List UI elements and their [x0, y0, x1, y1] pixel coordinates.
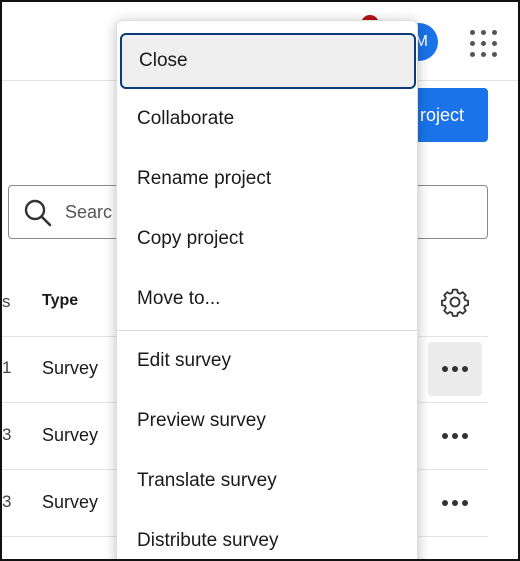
more-horizontal-icon: [442, 500, 470, 507]
cell-type: Survey: [42, 425, 99, 445]
menu-item-move-to[interactable]: Move to...: [117, 269, 417, 329]
column-fragment: 3: [2, 425, 12, 444]
project-actions-menu: Close Collaborate Rename project Copy pr…: [116, 20, 418, 559]
cell-type: Survey: [42, 492, 99, 512]
menu-item-translate-survey[interactable]: Translate survey: [117, 451, 417, 511]
menu-item-copy-project[interactable]: Copy project: [117, 209, 417, 269]
row-actions-button[interactable]: [428, 342, 482, 396]
column-fragment: 1: [2, 358, 12, 377]
menu-item-preview-survey[interactable]: Preview survey: [117, 391, 417, 451]
menu-item-distribute-survey[interactable]: Distribute survey: [117, 511, 417, 559]
app-grid-icon[interactable]: [470, 30, 498, 58]
menu-item-collaborate[interactable]: Collaborate: [117, 89, 417, 149]
menu-item-edit-survey[interactable]: Edit survey: [117, 331, 417, 391]
cell-type: Survey: [42, 358, 99, 378]
menu-item-close[interactable]: Close: [120, 33, 416, 89]
search-placeholder: Searc: [65, 202, 113, 222]
create-project-label: roject: [419, 105, 464, 125]
gear-icon[interactable]: [440, 287, 470, 317]
search-icon: [24, 199, 52, 227]
app-window: M roject Searc s Type 1 Survey 3 Survey …: [0, 0, 520, 561]
row-actions-button[interactable]: [428, 476, 482, 530]
more-horizontal-icon: [442, 366, 470, 373]
column-fragment: s: [2, 292, 11, 311]
column-header-type[interactable]: Type: [42, 292, 78, 310]
column-fragment: 3: [2, 492, 12, 511]
menu-item-rename-project[interactable]: Rename project: [117, 149, 417, 209]
more-horizontal-icon: [442, 433, 470, 440]
row-actions-button[interactable]: [428, 409, 482, 463]
